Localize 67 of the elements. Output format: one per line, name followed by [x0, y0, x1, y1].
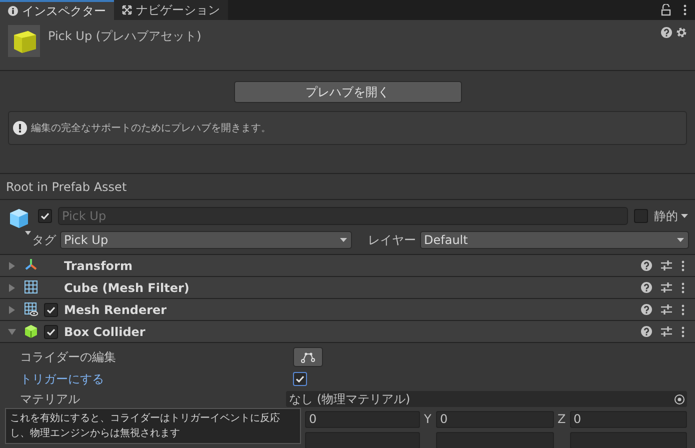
object-title: Pick Up (プレハブアセット)	[48, 28, 202, 45]
number-field[interactable]: 0	[436, 410, 554, 428]
component-name: Box Collider	[64, 324, 146, 340]
property-label: マテリアル	[20, 391, 81, 407]
tooltip: これを有効にすると、コライダーはトリガーイベントに反応し、物理エンジンからは無視されます	[5, 408, 301, 444]
caret-icon	[680, 212, 689, 220]
layer-label: レイヤー	[368, 232, 416, 249]
more-icon	[681, 304, 685, 316]
info-icon	[8, 6, 18, 16]
polygon-edit-icon	[301, 350, 315, 362]
material-field[interactable]: なし (物理マテリアル)	[286, 391, 687, 407]
cube-icon	[24, 324, 38, 339]
tab[interactable]: ナビゲーション	[114, 0, 228, 20]
enable-checkbox[interactable]	[44, 302, 58, 316]
number-field[interactable]: 0	[305, 410, 420, 428]
more-icon	[681, 282, 685, 294]
static-dropdown[interactable]: 静的	[654, 207, 689, 225]
lock-icon	[661, 4, 671, 16]
sliders-icon	[661, 260, 672, 271]
open-prefab-button[interactable]: プレハブを開く	[234, 81, 462, 103]
component-name: Cube (Mesh Filter)	[64, 280, 190, 296]
grid-eye-icon	[24, 302, 38, 317]
component-header[interactable]: Transform	[0, 255, 695, 277]
layer-dropdown[interactable]: Default	[420, 231, 689, 249]
trigger-checkbox[interactable]	[293, 372, 307, 386]
settings-icon	[676, 27, 687, 38]
navigation-icon	[122, 5, 132, 15]
tag-dropdown[interactable]: Pick Up	[60, 231, 352, 249]
caret-icon	[676, 236, 685, 244]
component-name: Transform	[64, 258, 134, 274]
component-name: Mesh Renderer	[64, 302, 168, 318]
tag-label: タグ	[32, 232, 56, 249]
sliders-icon	[661, 304, 672, 315]
component-header[interactable]: Mesh Renderer	[0, 299, 695, 321]
enable-checkbox[interactable]	[44, 324, 58, 338]
help-text: 編集の完全なサポートのためにプレハブを開きます。	[31, 122, 271, 136]
section-title: Root in Prefab Asset	[6, 178, 127, 196]
edit-collider-button[interactable]	[293, 346, 323, 366]
static-checkbox[interactable]	[634, 209, 648, 223]
axis-label: Y	[424, 411, 432, 428]
cube-icon	[8, 25, 40, 57]
more-icon	[681, 260, 685, 272]
grid-icon	[24, 280, 38, 295]
check-icon	[46, 304, 56, 314]
property-label: トリガーにする	[20, 371, 105, 388]
more-icon	[683, 4, 687, 16]
target-icon	[674, 394, 685, 404]
more-icon	[681, 326, 685, 338]
sliders-icon	[661, 282, 672, 293]
check-icon	[40, 211, 50, 221]
sliders-icon	[661, 326, 672, 337]
component-header[interactable]: Cube (Mesh Filter)	[0, 277, 695, 299]
property-label: コライダーの編集	[20, 348, 117, 366]
check-icon	[295, 374, 305, 384]
warning-icon	[13, 121, 27, 135]
component-header[interactable]: Box Collider	[0, 321, 695, 343]
help-icon	[641, 260, 652, 271]
help-icon	[641, 326, 652, 337]
caret-icon	[339, 236, 348, 244]
active-checkbox[interactable]	[38, 209, 52, 223]
help-icon	[641, 282, 652, 293]
number-field[interactable]: 0	[570, 410, 687, 428]
axis-label: Z	[558, 411, 566, 428]
help-icon	[661, 27, 672, 38]
help-icon	[641, 304, 652, 315]
check-icon	[46, 326, 56, 336]
tab[interactable]: インスペクター	[0, 0, 114, 20]
